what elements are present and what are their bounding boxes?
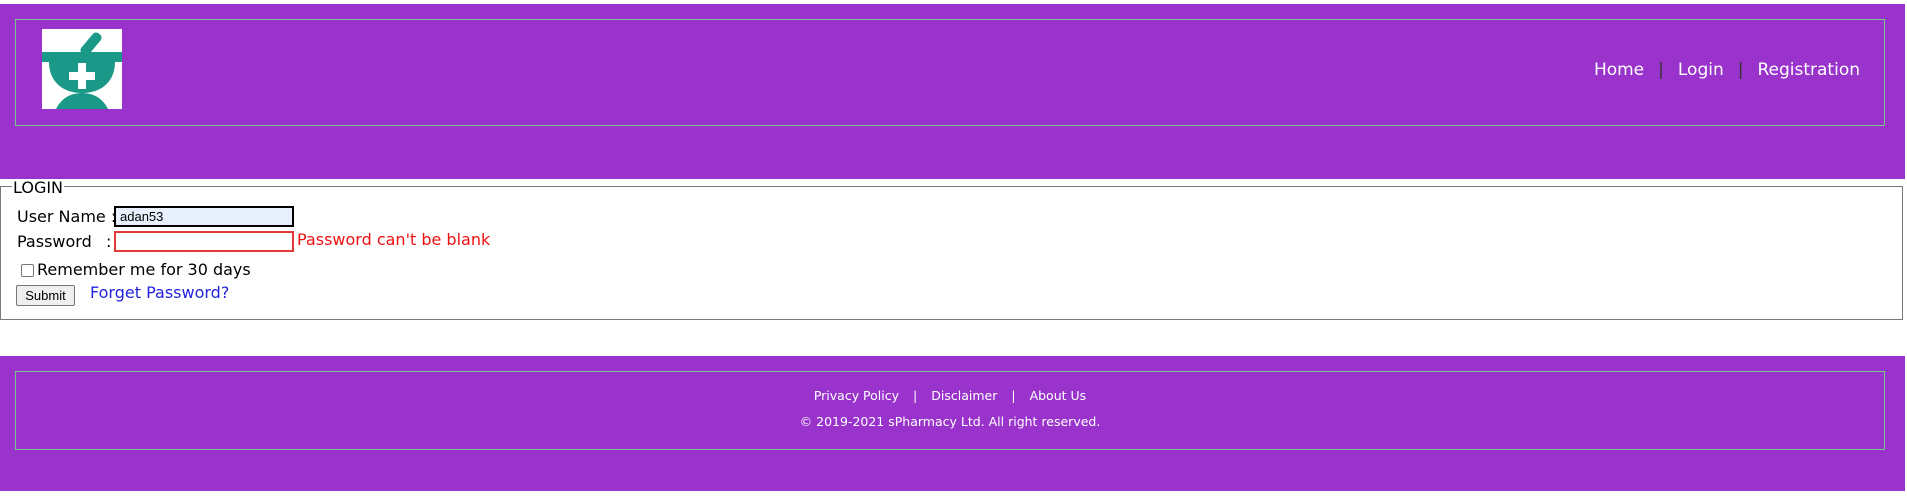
site-header: Home | Login | Registration xyxy=(0,4,1905,179)
nav-registration-link[interactable]: Registration xyxy=(1757,60,1860,80)
nav-separator: | xyxy=(1658,60,1664,80)
submit-button[interactable]: Submit xyxy=(16,285,75,306)
nav-home-link[interactable]: Home xyxy=(1594,60,1644,80)
footer-separator: | xyxy=(913,388,918,403)
forget-password-link[interactable]: Forget Password? xyxy=(90,284,229,302)
password-label: Password xyxy=(17,232,92,251)
password-error-message: Password can't be blank xyxy=(297,230,491,249)
nav-separator: | xyxy=(1737,60,1744,80)
pharmacy-logo-icon[interactable] xyxy=(42,29,122,109)
site-footer: Privacy Policy | Disclaimer | About Us © 201… xyxy=(0,356,1905,491)
about-us-link[interactable]: About Us xyxy=(1030,388,1087,403)
main-nav: Home | Login | Registration xyxy=(1594,60,1860,80)
remember-me-checkbox[interactable] xyxy=(21,264,34,277)
privacy-policy-link[interactable]: Privacy Policy xyxy=(814,388,899,403)
password-input[interactable] xyxy=(114,231,294,252)
username-input[interactable] xyxy=(114,206,294,227)
footer-separator: | xyxy=(1011,388,1016,403)
disclaimer-link[interactable]: Disclaimer xyxy=(931,388,997,403)
nav-login-link[interactable]: Login xyxy=(1678,60,1724,80)
username-label: User Name : xyxy=(17,207,117,226)
password-colon: : xyxy=(106,232,112,251)
footer-links: Privacy Policy | Disclaimer | About Us xyxy=(16,388,1884,403)
header-frame: Home | Login | Registration xyxy=(15,19,1885,126)
remember-me-label[interactable]: Remember me for 30 days xyxy=(37,261,251,279)
footer-frame: Privacy Policy | Disclaimer | About Us © 201… xyxy=(15,371,1885,450)
login-legend: LOGIN xyxy=(12,178,65,197)
mortar-pestle-icon xyxy=(42,32,122,109)
copyright-text: © 2019-2021 sPharmacy Ltd. All right res… xyxy=(799,414,1101,429)
